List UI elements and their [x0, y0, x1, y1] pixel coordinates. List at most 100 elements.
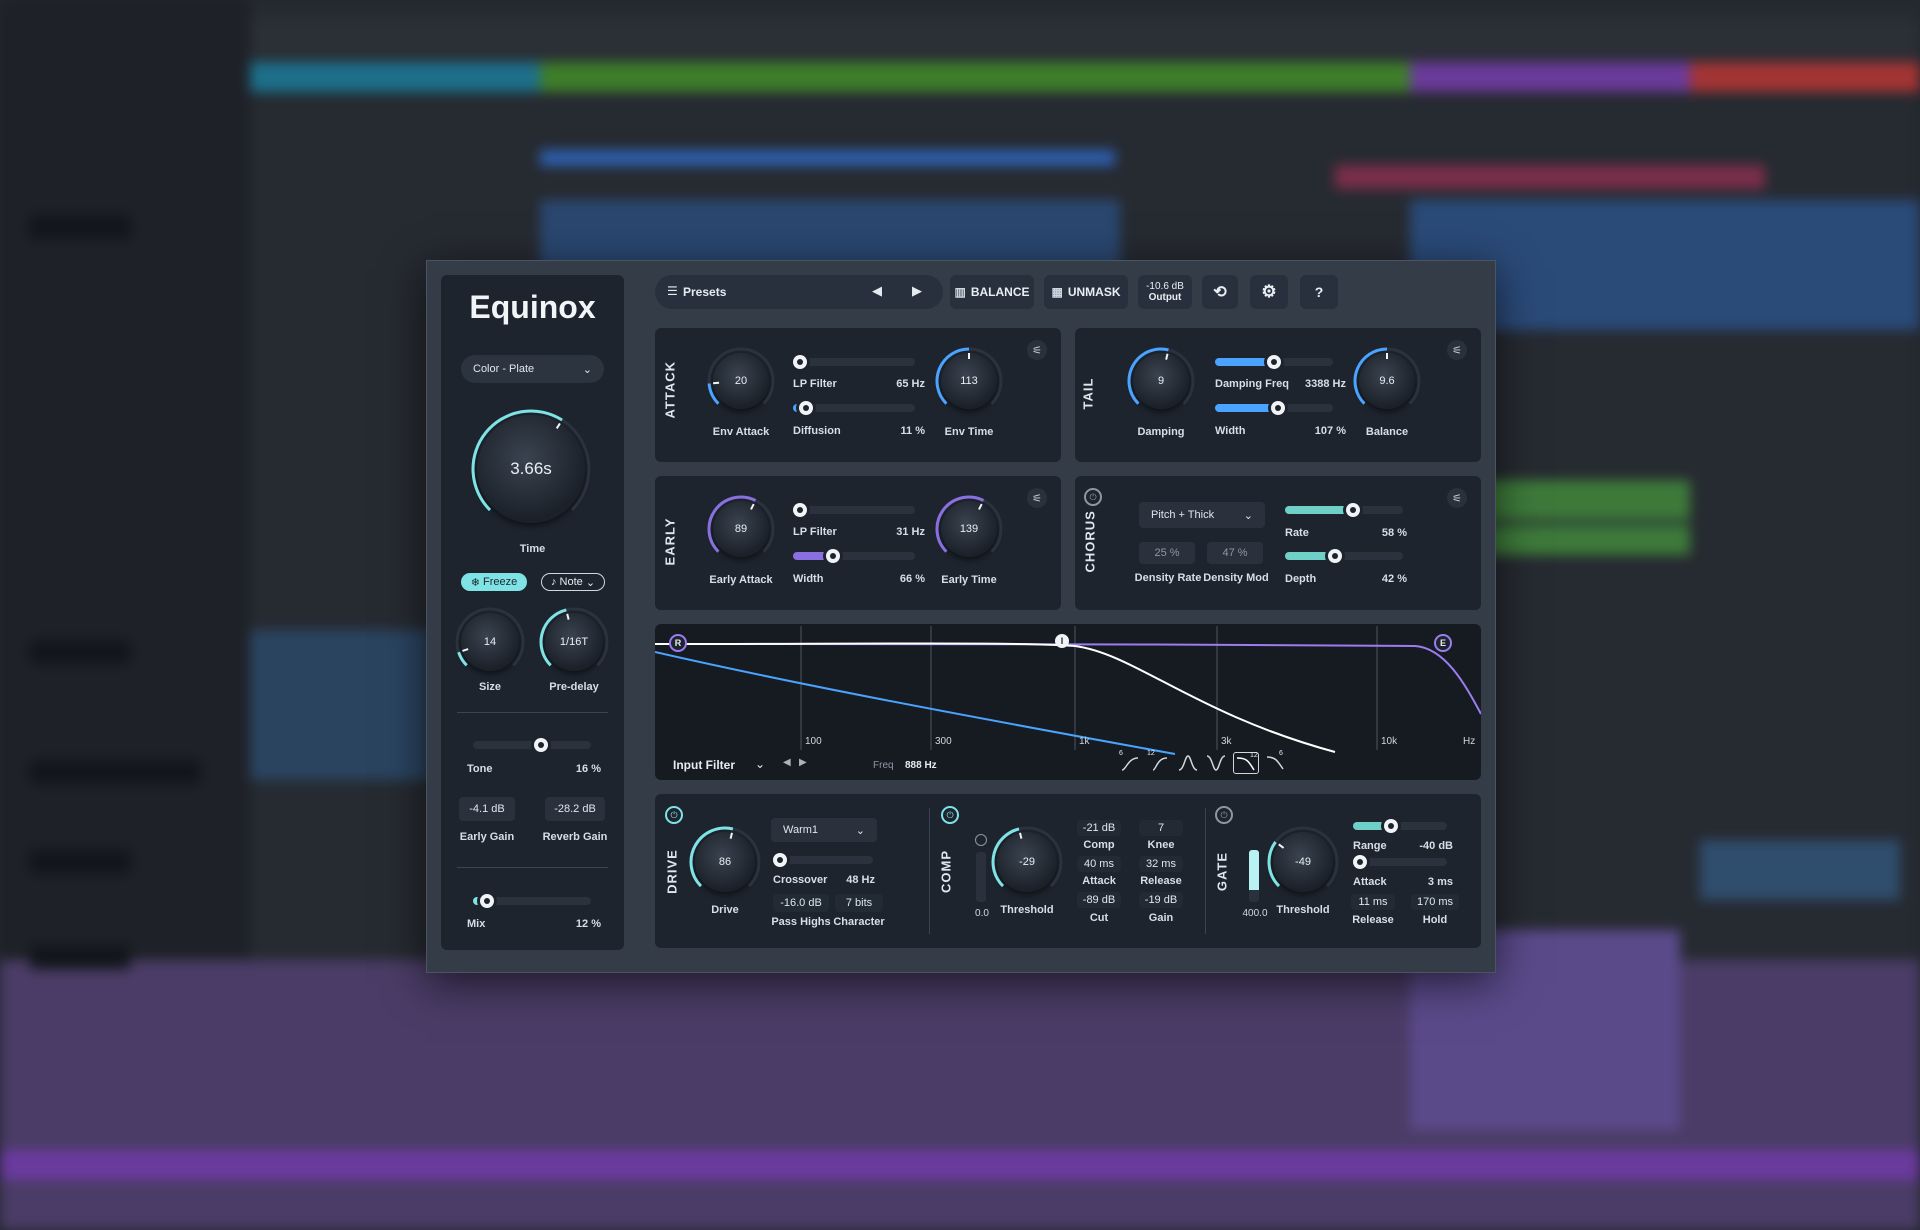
- cut-field[interactable]: -89 dB: [1077, 892, 1121, 908]
- slider-thumb[interactable]: [480, 894, 495, 908]
- drive-power-icon[interactable]: ⏻: [665, 806, 683, 824]
- slider-thumb[interactable]: [1346, 503, 1361, 517]
- settings-button[interactable]: ⚙: [1250, 275, 1288, 309]
- early-attack-knob[interactable]: 89: [707, 495, 775, 557]
- damping-label: Damping: [1137, 426, 1185, 438]
- chorus-settings-icon[interactable]: ⚟: [1447, 488, 1467, 508]
- time-knob[interactable]: 3.66s: [471, 409, 591, 523]
- time-label: Time: [519, 543, 546, 555]
- help-button[interactable]: ?: [1300, 275, 1338, 309]
- attack-settings-icon[interactable]: ⚟: [1027, 340, 1047, 360]
- gate-section-title: GATE: [1214, 851, 1230, 892]
- env-time-knob[interactable]: 113: [935, 347, 1003, 409]
- next-filter-icon[interactable]: ▶: [799, 757, 807, 768]
- knee-field[interactable]: 7: [1139, 820, 1183, 836]
- previous-preset-icon[interactable]: ◀: [872, 283, 882, 299]
- tone-slider[interactable]: [473, 738, 591, 752]
- pass-highs-field[interactable]: -16.0 dB: [773, 894, 829, 912]
- clock-icon[interactable]: [975, 834, 987, 846]
- history-button[interactable]: ⟲: [1202, 275, 1238, 309]
- chorus-mode-dropdown[interactable]: Pitch + Thick ⌄: [1139, 502, 1265, 528]
- chorus-power-icon[interactable]: ⏻: [1084, 488, 1102, 506]
- size-knob[interactable]: 14: [455, 607, 525, 671]
- output-gain-control[interactable]: -10.6 dB Output: [1138, 275, 1192, 309]
- slider-thumb[interactable]: [1327, 549, 1342, 563]
- slider-thumb[interactable]: [793, 355, 807, 369]
- slider-thumb[interactable]: [1383, 819, 1398, 833]
- predelay-knob[interactable]: 1/16T: [539, 607, 609, 671]
- balance-label: BALANCE: [970, 285, 1030, 299]
- freq-tick-10k: 10k: [1381, 736, 1398, 747]
- freq-value[interactable]: 888 Hz: [905, 760, 937, 771]
- next-preset-icon[interactable]: ▶: [912, 283, 922, 299]
- gate-power-icon[interactable]: ⏻: [1215, 806, 1233, 824]
- density-mod-field[interactable]: 47 %: [1207, 542, 1263, 564]
- chevron-down-icon[interactable]: ⌄: [755, 757, 765, 771]
- chorus-rate-slider[interactable]: [1285, 503, 1403, 517]
- gate-threshold-knob[interactable]: -49: [1267, 826, 1339, 892]
- damping-knob[interactable]: 9: [1127, 347, 1195, 409]
- slider-thumb[interactable]: [799, 401, 814, 415]
- unmask-label: UNMASK: [1067, 285, 1121, 299]
- damping-freq-slider[interactable]: [1215, 355, 1333, 369]
- lowpass-12-icon[interactable]: 12: [1233, 752, 1259, 774]
- density-rate-field[interactable]: 25 %: [1139, 542, 1195, 564]
- previous-filter-icon[interactable]: ◀: [783, 757, 791, 768]
- note-sync-dropdown[interactable]: ♪ Note ⌄: [541, 573, 605, 591]
- highpass-12-icon[interactable]: 12: [1147, 750, 1171, 774]
- slider-thumb[interactable]: [534, 738, 549, 752]
- comp-power-icon[interactable]: ⏻: [941, 806, 959, 824]
- early-lp-filter-slider[interactable]: [793, 503, 915, 517]
- input-filter-display[interactable]: R I E 100 300 1k 3k 10k Hz Input Filter …: [655, 624, 1481, 780]
- reverb-gain-field[interactable]: -28.2 dB: [545, 797, 605, 821]
- hold-field[interactable]: 170 ms: [1411, 894, 1459, 910]
- gate-release-field[interactable]: 11 ms: [1351, 894, 1395, 910]
- chevron-down-icon: ⌄: [582, 363, 592, 376]
- tail-width-slider[interactable]: [1215, 401, 1333, 415]
- balance-button[interactable]: ▥ BALANCE: [950, 275, 1034, 309]
- tail-settings-icon[interactable]: ⚟: [1447, 340, 1467, 360]
- bell-icon[interactable]: [1177, 752, 1199, 774]
- comp-gain-field[interactable]: -19 dB: [1139, 892, 1183, 908]
- range-slider[interactable]: [1353, 819, 1447, 833]
- gate-attack-slider[interactable]: [1353, 855, 1447, 869]
- slider-thumb[interactable]: [773, 853, 787, 867]
- character-field[interactable]: 7 bits: [835, 894, 883, 912]
- slider-thumb[interactable]: [793, 503, 807, 517]
- slider-thumb[interactable]: [826, 549, 841, 563]
- env-attack-knob[interactable]: 20: [707, 347, 775, 409]
- early-time-knob[interactable]: 139: [935, 495, 1003, 557]
- presets-bar[interactable]: ☰ Presets ◀ ▶: [655, 275, 943, 309]
- attack-lp-filter-slider[interactable]: [793, 355, 915, 369]
- filter-select-label[interactable]: Input Filter: [673, 758, 735, 772]
- filter-node-e[interactable]: E: [1434, 634, 1452, 652]
- early-settings-icon[interactable]: ⚟: [1027, 488, 1047, 508]
- slider-thumb[interactable]: [1270, 401, 1285, 415]
- notch-icon[interactable]: [1205, 752, 1227, 774]
- mix-slider[interactable]: [473, 894, 591, 908]
- unmask-button[interactable]: ▦ UNMASK: [1044, 275, 1128, 309]
- early-time-label: Early Time: [941, 574, 997, 586]
- comp-attack-field[interactable]: 40 ms: [1077, 856, 1121, 872]
- drive-knob[interactable]: 86: [689, 826, 761, 892]
- early-width-slider[interactable]: [793, 549, 915, 563]
- slider-thumb[interactable]: [1267, 355, 1281, 369]
- drive-model-dropdown[interactable]: Warm1 ⌄: [771, 818, 877, 842]
- filter-node-r[interactable]: R: [669, 634, 687, 652]
- diffusion-slider[interactable]: [793, 401, 915, 415]
- reverb-type-dropdown[interactable]: Color - Plate ⌄: [461, 355, 604, 383]
- comp-threshold-knob[interactable]: -29: [991, 826, 1063, 892]
- balance-knob[interactable]: 9.6: [1353, 347, 1421, 409]
- crossover-slider[interactable]: [773, 853, 873, 867]
- filter-node-i[interactable]: I: [1055, 634, 1069, 648]
- comp-ratio-field[interactable]: -21 dB: [1077, 820, 1121, 836]
- freeze-toggle[interactable]: ❄ Freeze: [461, 573, 527, 591]
- highpass-6-icon[interactable]: 6: [1119, 750, 1141, 774]
- slider-thumb[interactable]: [1353, 855, 1367, 869]
- filter-graph: [655, 626, 1481, 755]
- chorus-depth-slider[interactable]: [1285, 549, 1403, 563]
- early-gain-field[interactable]: -4.1 dB: [459, 797, 515, 821]
- cut-label: Cut: [1089, 912, 1109, 924]
- comp-release-field[interactable]: 32 ms: [1139, 856, 1183, 872]
- lowpass-6-icon[interactable]: 6: [1265, 750, 1287, 774]
